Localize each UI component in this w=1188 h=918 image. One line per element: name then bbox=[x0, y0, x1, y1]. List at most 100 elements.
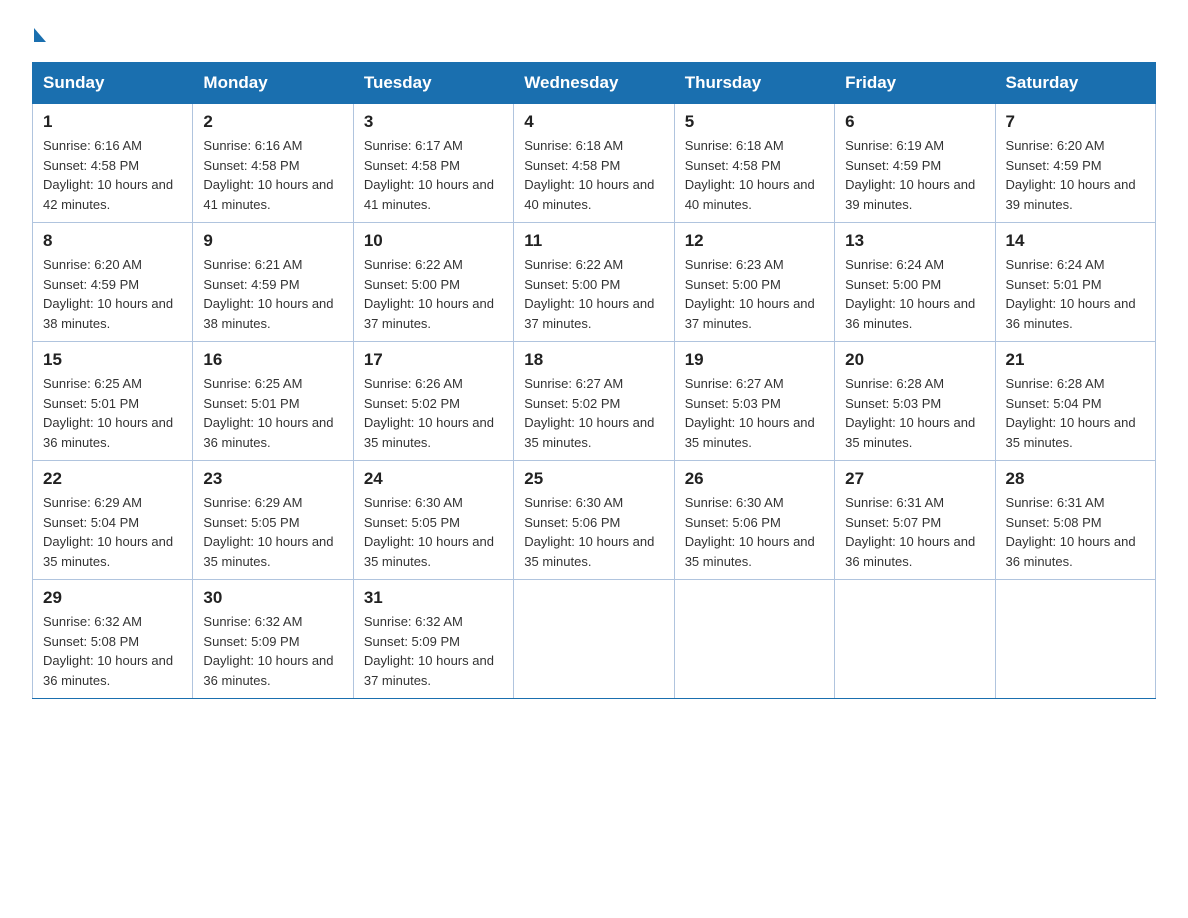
day-number: 13 bbox=[845, 231, 984, 251]
day-info: Sunrise: 6:22 AMSunset: 5:00 PMDaylight:… bbox=[524, 257, 654, 331]
calendar-table: SundayMondayTuesdayWednesdayThursdayFrid… bbox=[32, 62, 1156, 699]
day-info: Sunrise: 6:28 AMSunset: 5:04 PMDaylight:… bbox=[1006, 376, 1136, 450]
calendar-week-row: 22 Sunrise: 6:29 AMSunset: 5:04 PMDaylig… bbox=[33, 461, 1156, 580]
logo bbox=[32, 24, 46, 42]
day-number: 28 bbox=[1006, 469, 1145, 489]
day-number: 12 bbox=[685, 231, 824, 251]
day-info: Sunrise: 6:29 AMSunset: 5:05 PMDaylight:… bbox=[203, 495, 333, 569]
day-number: 26 bbox=[685, 469, 824, 489]
day-number: 22 bbox=[43, 469, 182, 489]
day-info: Sunrise: 6:16 AMSunset: 4:58 PMDaylight:… bbox=[203, 138, 333, 212]
day-number: 27 bbox=[845, 469, 984, 489]
day-number: 29 bbox=[43, 588, 182, 608]
calendar-cell: 3 Sunrise: 6:17 AMSunset: 4:58 PMDayligh… bbox=[353, 104, 513, 223]
calendar-cell: 24 Sunrise: 6:30 AMSunset: 5:05 PMDaylig… bbox=[353, 461, 513, 580]
weekday-header-wednesday: Wednesday bbox=[514, 63, 674, 104]
calendar-cell: 12 Sunrise: 6:23 AMSunset: 5:00 PMDaylig… bbox=[674, 223, 834, 342]
day-info: Sunrise: 6:31 AMSunset: 5:08 PMDaylight:… bbox=[1006, 495, 1136, 569]
calendar-cell: 19 Sunrise: 6:27 AMSunset: 5:03 PMDaylig… bbox=[674, 342, 834, 461]
weekday-header-thursday: Thursday bbox=[674, 63, 834, 104]
day-info: Sunrise: 6:27 AMSunset: 5:02 PMDaylight:… bbox=[524, 376, 654, 450]
day-info: Sunrise: 6:17 AMSunset: 4:58 PMDaylight:… bbox=[364, 138, 494, 212]
day-number: 16 bbox=[203, 350, 342, 370]
day-number: 3 bbox=[364, 112, 503, 132]
calendar-cell: 20 Sunrise: 6:28 AMSunset: 5:03 PMDaylig… bbox=[835, 342, 995, 461]
calendar-cell: 13 Sunrise: 6:24 AMSunset: 5:00 PMDaylig… bbox=[835, 223, 995, 342]
weekday-header-row: SundayMondayTuesdayWednesdayThursdayFrid… bbox=[33, 63, 1156, 104]
day-number: 20 bbox=[845, 350, 984, 370]
day-info: Sunrise: 6:23 AMSunset: 5:00 PMDaylight:… bbox=[685, 257, 815, 331]
weekday-header-sunday: Sunday bbox=[33, 63, 193, 104]
day-number: 14 bbox=[1006, 231, 1145, 251]
calendar-cell: 7 Sunrise: 6:20 AMSunset: 4:59 PMDayligh… bbox=[995, 104, 1155, 223]
calendar-cell bbox=[995, 580, 1155, 699]
calendar-cell: 5 Sunrise: 6:18 AMSunset: 4:58 PMDayligh… bbox=[674, 104, 834, 223]
weekday-header-friday: Friday bbox=[835, 63, 995, 104]
calendar-cell: 28 Sunrise: 6:31 AMSunset: 5:08 PMDaylig… bbox=[995, 461, 1155, 580]
day-info: Sunrise: 6:20 AMSunset: 4:59 PMDaylight:… bbox=[1006, 138, 1136, 212]
day-number: 4 bbox=[524, 112, 663, 132]
calendar-cell: 1 Sunrise: 6:16 AMSunset: 4:58 PMDayligh… bbox=[33, 104, 193, 223]
day-info: Sunrise: 6:27 AMSunset: 5:03 PMDaylight:… bbox=[685, 376, 815, 450]
calendar-cell: 8 Sunrise: 6:20 AMSunset: 4:59 PMDayligh… bbox=[33, 223, 193, 342]
day-info: Sunrise: 6:30 AMSunset: 5:05 PMDaylight:… bbox=[364, 495, 494, 569]
day-number: 21 bbox=[1006, 350, 1145, 370]
weekday-header-saturday: Saturday bbox=[995, 63, 1155, 104]
calendar-cell: 9 Sunrise: 6:21 AMSunset: 4:59 PMDayligh… bbox=[193, 223, 353, 342]
day-info: Sunrise: 6:16 AMSunset: 4:58 PMDaylight:… bbox=[43, 138, 173, 212]
day-number: 11 bbox=[524, 231, 663, 251]
calendar-cell: 18 Sunrise: 6:27 AMSunset: 5:02 PMDaylig… bbox=[514, 342, 674, 461]
day-number: 2 bbox=[203, 112, 342, 132]
day-info: Sunrise: 6:25 AMSunset: 5:01 PMDaylight:… bbox=[203, 376, 333, 450]
day-number: 9 bbox=[203, 231, 342, 251]
calendar-cell: 25 Sunrise: 6:30 AMSunset: 5:06 PMDaylig… bbox=[514, 461, 674, 580]
day-number: 30 bbox=[203, 588, 342, 608]
calendar-cell: 2 Sunrise: 6:16 AMSunset: 4:58 PMDayligh… bbox=[193, 104, 353, 223]
day-info: Sunrise: 6:18 AMSunset: 4:58 PMDaylight:… bbox=[685, 138, 815, 212]
day-number: 8 bbox=[43, 231, 182, 251]
day-number: 6 bbox=[845, 112, 984, 132]
calendar-week-row: 1 Sunrise: 6:16 AMSunset: 4:58 PMDayligh… bbox=[33, 104, 1156, 223]
calendar-cell: 21 Sunrise: 6:28 AMSunset: 5:04 PMDaylig… bbox=[995, 342, 1155, 461]
day-number: 15 bbox=[43, 350, 182, 370]
day-info: Sunrise: 6:20 AMSunset: 4:59 PMDaylight:… bbox=[43, 257, 173, 331]
day-info: Sunrise: 6:18 AMSunset: 4:58 PMDaylight:… bbox=[524, 138, 654, 212]
day-number: 25 bbox=[524, 469, 663, 489]
calendar-cell: 26 Sunrise: 6:30 AMSunset: 5:06 PMDaylig… bbox=[674, 461, 834, 580]
calendar-cell: 6 Sunrise: 6:19 AMSunset: 4:59 PMDayligh… bbox=[835, 104, 995, 223]
day-info: Sunrise: 6:30 AMSunset: 5:06 PMDaylight:… bbox=[685, 495, 815, 569]
day-info: Sunrise: 6:32 AMSunset: 5:08 PMDaylight:… bbox=[43, 614, 173, 688]
calendar-cell: 31 Sunrise: 6:32 AMSunset: 5:09 PMDaylig… bbox=[353, 580, 513, 699]
logo-arrow-icon bbox=[34, 28, 46, 42]
day-number: 23 bbox=[203, 469, 342, 489]
weekday-header-monday: Monday bbox=[193, 63, 353, 104]
day-number: 18 bbox=[524, 350, 663, 370]
calendar-cell: 30 Sunrise: 6:32 AMSunset: 5:09 PMDaylig… bbox=[193, 580, 353, 699]
calendar-week-row: 29 Sunrise: 6:32 AMSunset: 5:08 PMDaylig… bbox=[33, 580, 1156, 699]
day-number: 10 bbox=[364, 231, 503, 251]
day-info: Sunrise: 6:25 AMSunset: 5:01 PMDaylight:… bbox=[43, 376, 173, 450]
day-info: Sunrise: 6:28 AMSunset: 5:03 PMDaylight:… bbox=[845, 376, 975, 450]
calendar-cell bbox=[674, 580, 834, 699]
day-info: Sunrise: 6:19 AMSunset: 4:59 PMDaylight:… bbox=[845, 138, 975, 212]
calendar-cell: 16 Sunrise: 6:25 AMSunset: 5:01 PMDaylig… bbox=[193, 342, 353, 461]
calendar-cell bbox=[835, 580, 995, 699]
day-info: Sunrise: 6:21 AMSunset: 4:59 PMDaylight:… bbox=[203, 257, 333, 331]
calendar-cell: 11 Sunrise: 6:22 AMSunset: 5:00 PMDaylig… bbox=[514, 223, 674, 342]
day-info: Sunrise: 6:32 AMSunset: 5:09 PMDaylight:… bbox=[203, 614, 333, 688]
calendar-cell bbox=[514, 580, 674, 699]
day-info: Sunrise: 6:30 AMSunset: 5:06 PMDaylight:… bbox=[524, 495, 654, 569]
day-info: Sunrise: 6:29 AMSunset: 5:04 PMDaylight:… bbox=[43, 495, 173, 569]
day-info: Sunrise: 6:31 AMSunset: 5:07 PMDaylight:… bbox=[845, 495, 975, 569]
calendar-cell: 14 Sunrise: 6:24 AMSunset: 5:01 PMDaylig… bbox=[995, 223, 1155, 342]
calendar-cell: 22 Sunrise: 6:29 AMSunset: 5:04 PMDaylig… bbox=[33, 461, 193, 580]
day-number: 1 bbox=[43, 112, 182, 132]
calendar-cell: 15 Sunrise: 6:25 AMSunset: 5:01 PMDaylig… bbox=[33, 342, 193, 461]
day-number: 17 bbox=[364, 350, 503, 370]
calendar-cell: 4 Sunrise: 6:18 AMSunset: 4:58 PMDayligh… bbox=[514, 104, 674, 223]
day-info: Sunrise: 6:22 AMSunset: 5:00 PMDaylight:… bbox=[364, 257, 494, 331]
page-header bbox=[32, 24, 1156, 42]
calendar-cell: 17 Sunrise: 6:26 AMSunset: 5:02 PMDaylig… bbox=[353, 342, 513, 461]
day-number: 5 bbox=[685, 112, 824, 132]
calendar-cell: 23 Sunrise: 6:29 AMSunset: 5:05 PMDaylig… bbox=[193, 461, 353, 580]
